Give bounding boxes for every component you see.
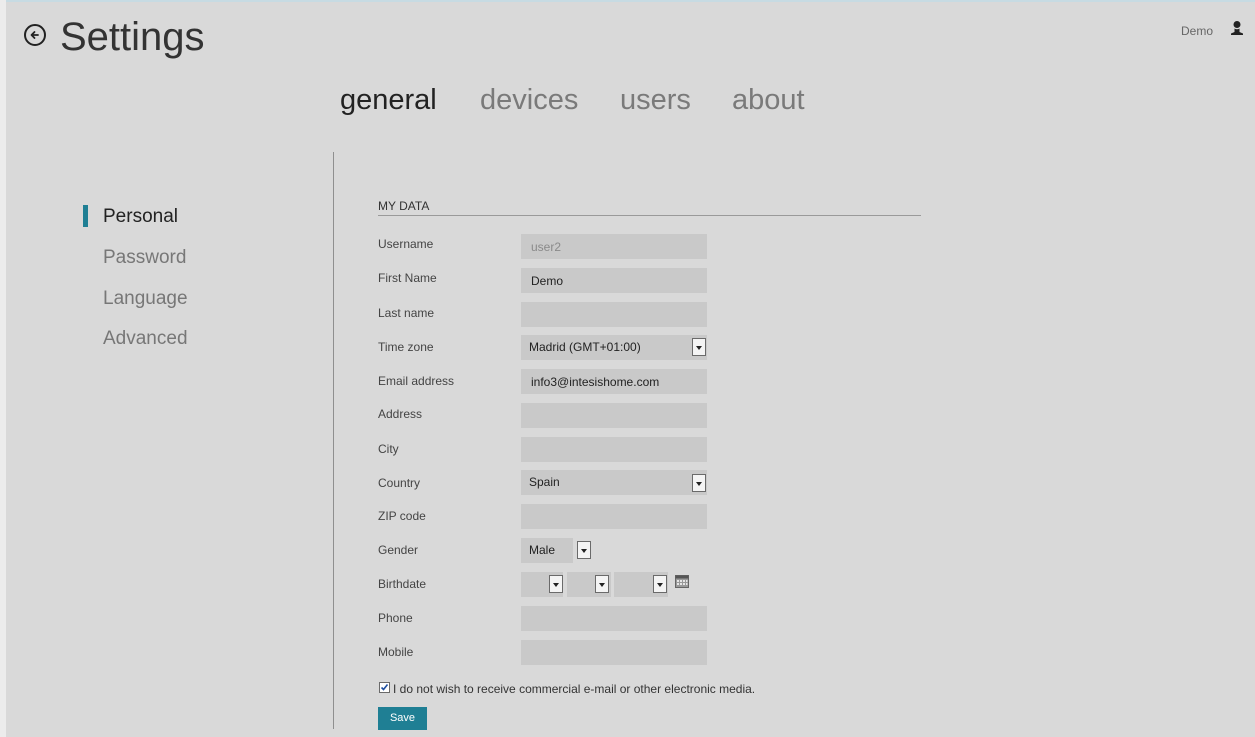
country-select[interactable]: Spain — [521, 470, 707, 495]
vertical-divider — [333, 152, 334, 729]
gender-dropdown-button[interactable] — [577, 541, 591, 559]
zip-code-label: ZIP code — [378, 509, 426, 523]
address-field[interactable] — [521, 403, 707, 428]
email-label: Email address — [378, 374, 455, 388]
mobile-field[interactable] — [521, 640, 707, 665]
first-name-label: First Name — [378, 271, 437, 285]
user-icon[interactable] — [1230, 20, 1244, 41]
username-field: user2 — [521, 234, 707, 259]
sidebar-item-language[interactable]: Language — [103, 288, 188, 310]
user-name[interactable]: Demo — [1181, 24, 1213, 38]
time-zone-label: Time zone — [378, 340, 434, 354]
section-divider — [378, 215, 921, 216]
sidebar-item-password[interactable]: Password — [103, 247, 186, 269]
time-zone-select[interactable]: Madrid (GMT+01:00) — [521, 335, 707, 360]
last-name-field[interactable] — [521, 302, 707, 327]
section-title: MY DATA — [378, 199, 430, 213]
save-button[interactable]: Save — [378, 707, 427, 730]
city-field[interactable] — [521, 437, 707, 462]
top-border — [0, 0, 1255, 2]
birthdate-month-dropdown-button[interactable] — [595, 575, 609, 593]
city-label: City — [378, 442, 399, 456]
phone-label: Phone — [378, 611, 413, 625]
back-button[interactable] — [24, 24, 46, 46]
username-label: Username — [378, 237, 434, 251]
opt-out-checkbox[interactable] — [379, 682, 390, 693]
tab-about[interactable]: about — [732, 82, 805, 118]
sidebar-item-personal[interactable]: Personal — [103, 206, 178, 228]
back-arrow-icon — [30, 31, 39, 39]
last-name-label: Last name — [378, 306, 435, 320]
sidebar-item-advanced[interactable]: Advanced — [103, 328, 188, 350]
left-border — [0, 0, 6, 737]
address-label: Address — [378, 407, 423, 421]
time-zone-dropdown-button[interactable] — [692, 338, 706, 356]
checkmark-icon — [380, 684, 389, 691]
gender-label: Gender — [378, 543, 419, 557]
tab-devices[interactable]: devices — [480, 82, 578, 118]
country-label: Country — [378, 476, 421, 490]
birthdate-label: Birthdate — [378, 577, 427, 591]
first-name-field[interactable]: Demo — [521, 268, 707, 293]
birthdate-day-dropdown-button[interactable] — [549, 575, 563, 593]
tab-general[interactable]: general — [340, 82, 437, 118]
gender-select[interactable]: Male — [521, 538, 573, 563]
zip-code-field[interactable] — [521, 504, 707, 529]
page-title: Settings — [60, 15, 205, 59]
active-menu-indicator — [83, 205, 88, 227]
birthdate-year-dropdown-button[interactable] — [653, 575, 667, 593]
mobile-label: Mobile — [378, 645, 414, 659]
tab-users[interactable]: users — [620, 82, 691, 118]
phone-field[interactable] — [521, 606, 707, 631]
opt-out-label: I do not wish to receive commercial e-ma… — [393, 682, 756, 696]
email-field[interactable]: info3@intesishome.com — [521, 369, 707, 394]
country-dropdown-button[interactable] — [692, 474, 706, 492]
calendar-icon[interactable] — [675, 574, 689, 593]
